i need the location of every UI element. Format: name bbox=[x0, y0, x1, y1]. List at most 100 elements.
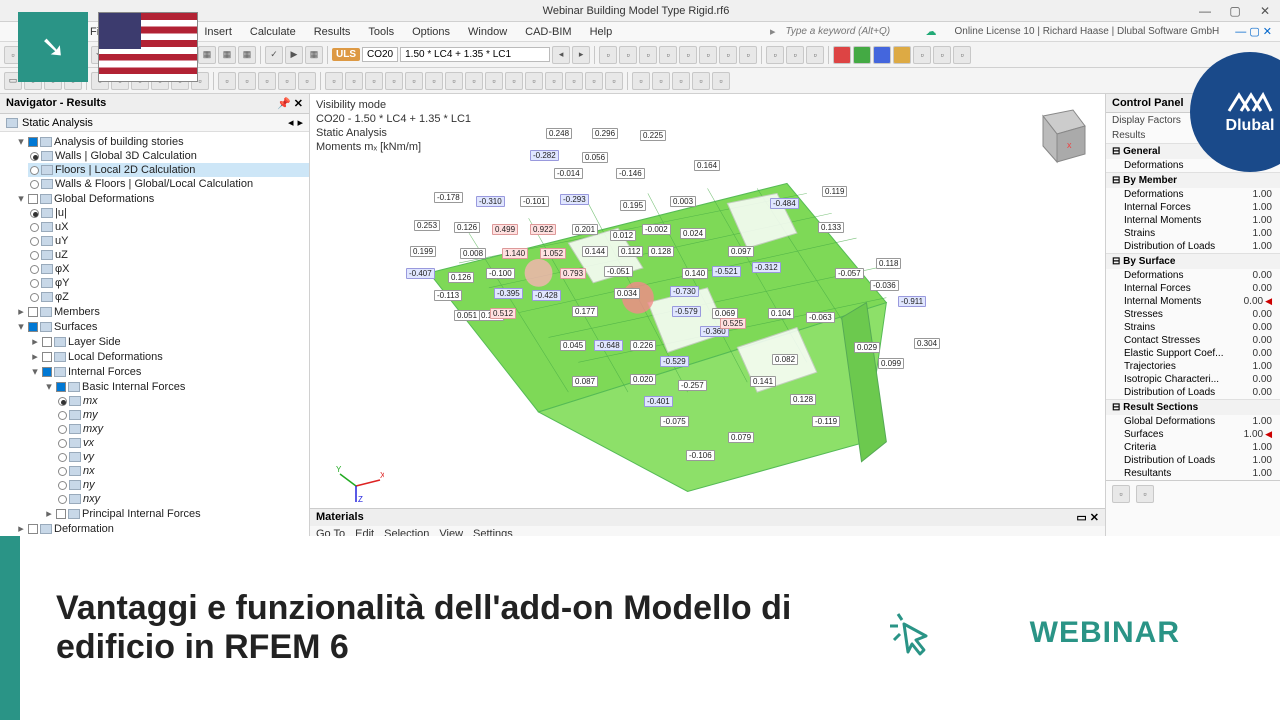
nav-prev-icon[interactable]: ◂ bbox=[288, 116, 294, 129]
tree-members[interactable]: Members bbox=[54, 306, 100, 318]
tree-bif-4[interactable]: vy bbox=[83, 451, 94, 463]
menu-cadbim[interactable]: CAD-BIM bbox=[517, 24, 579, 40]
prev-co-icon[interactable]: ◂ bbox=[552, 46, 570, 64]
cp-row[interactable]: Surfaces1.00◀ bbox=[1106, 428, 1280, 441]
t2q[interactable]: ▫ bbox=[365, 72, 383, 90]
t2j[interactable]: ▫ bbox=[218, 72, 236, 90]
t2ad[interactable]: ▫ bbox=[632, 72, 650, 90]
tree-internal-forces[interactable]: Internal Forces bbox=[68, 366, 141, 378]
tool-i[interactable]: ▫ bbox=[766, 46, 784, 64]
tool-red[interactable] bbox=[833, 46, 851, 64]
tool-h[interactable]: ▫ bbox=[739, 46, 757, 64]
cp-row[interactable]: Distribution of Loads1.00 bbox=[1106, 240, 1280, 253]
tree-global-def[interactable]: Global Deformations bbox=[54, 193, 154, 205]
print-icon[interactable]: ▦ bbox=[238, 46, 256, 64]
tree-bif-0[interactable]: mx bbox=[83, 395, 98, 407]
run-icon[interactable]: ▶ bbox=[285, 46, 303, 64]
cp-row[interactable]: Stresses0.00 bbox=[1106, 308, 1280, 321]
menu-options[interactable]: Options bbox=[404, 24, 458, 40]
t2k[interactable]: ▫ bbox=[238, 72, 256, 90]
tool-a[interactable]: ▫ bbox=[599, 46, 617, 64]
calc-icon[interactable]: ▦ bbox=[218, 46, 236, 64]
nav-next-icon[interactable]: ▸ bbox=[297, 116, 303, 129]
close-icon[interactable]: ✕ bbox=[1250, 4, 1280, 18]
cp-row[interactable]: Deformations1.00 bbox=[1106, 188, 1280, 201]
t2aa[interactable]: ▫ bbox=[565, 72, 583, 90]
t2ab[interactable]: ▫ bbox=[585, 72, 603, 90]
tool-n[interactable]: ▫ bbox=[953, 46, 971, 64]
t2v[interactable]: ▫ bbox=[465, 72, 483, 90]
cp-row[interactable]: Distribution of Loads1.00 bbox=[1106, 454, 1280, 467]
t2r[interactable]: ▫ bbox=[385, 72, 403, 90]
tool-blue[interactable] bbox=[873, 46, 891, 64]
t2t[interactable]: ▫ bbox=[425, 72, 443, 90]
t2n[interactable]: ▫ bbox=[298, 72, 316, 90]
uls-badge[interactable]: ULS bbox=[332, 48, 360, 61]
tool-l[interactable]: ▫ bbox=[913, 46, 931, 64]
t2l[interactable]: ▫ bbox=[258, 72, 276, 90]
tree-layer-side[interactable]: Layer Side bbox=[68, 336, 121, 348]
cp-row[interactable]: Deformations0.00 bbox=[1106, 269, 1280, 282]
tree-gd-2[interactable]: uY bbox=[55, 235, 68, 247]
tree-bif-1[interactable]: my bbox=[83, 409, 98, 421]
menu-calculate[interactable]: Calculate bbox=[242, 24, 304, 40]
t2ae[interactable]: ▫ bbox=[652, 72, 670, 90]
tree-deformation[interactable]: Deformation bbox=[54, 523, 114, 535]
tree-root[interactable]: Analysis of building stories bbox=[54, 136, 184, 148]
tool-g[interactable]: ▫ bbox=[719, 46, 737, 64]
tree-gd-0[interactable]: |u| bbox=[55, 207, 67, 219]
menu-insert[interactable]: Insert bbox=[196, 24, 240, 40]
tree-bif-3[interactable]: vx bbox=[83, 437, 94, 449]
view3-icon[interactable]: ▦ bbox=[198, 46, 216, 64]
tool-b[interactable]: ▫ bbox=[619, 46, 637, 64]
t2m[interactable]: ▫ bbox=[278, 72, 296, 90]
cp-row[interactable]: Isotropic Characteri...0.00 bbox=[1106, 373, 1280, 386]
cp-row[interactable]: Internal Moments0.00◀ bbox=[1106, 295, 1280, 308]
tree-gd-3[interactable]: uZ bbox=[55, 249, 68, 261]
co-select[interactable]: CO20 bbox=[362, 47, 398, 62]
tree-floors-2d[interactable]: Floors | Local 2D Calculation bbox=[55, 164, 195, 176]
cp-row[interactable]: Criteria1.00 bbox=[1106, 441, 1280, 454]
tree-gd-6[interactable]: φZ bbox=[55, 291, 69, 303]
cp-row[interactable]: Contact Stresses0.00 bbox=[1106, 334, 1280, 347]
cp-group[interactable]: ⊟ By Member bbox=[1106, 172, 1280, 188]
menu-results[interactable]: Results bbox=[306, 24, 359, 40]
cp-row[interactable]: Resultants1.00 bbox=[1106, 467, 1280, 480]
t2z[interactable]: ▫ bbox=[545, 72, 563, 90]
t2p[interactable]: ▫ bbox=[345, 72, 363, 90]
tree-gd-5[interactable]: φY bbox=[55, 277, 69, 289]
cp-row[interactable]: Strains1.00 bbox=[1106, 227, 1280, 240]
materials-close-icon[interactable]: ▭ ✕ bbox=[1076, 511, 1099, 524]
t2u[interactable]: ▫ bbox=[445, 72, 463, 90]
cp-group[interactable]: ⊟ Result Sections bbox=[1106, 399, 1280, 415]
us-flag-icon[interactable] bbox=[98, 12, 198, 82]
t2ag[interactable]: ▫ bbox=[692, 72, 710, 90]
analysis-mode[interactable]: Static Analysis bbox=[22, 117, 93, 129]
t2o[interactable]: ▫ bbox=[325, 72, 343, 90]
t2w[interactable]: ▫ bbox=[485, 72, 503, 90]
cp-row[interactable]: Elastic Support Coef...0.00 bbox=[1106, 347, 1280, 360]
t2x[interactable]: ▫ bbox=[505, 72, 523, 90]
tool-j[interactable]: ▫ bbox=[786, 46, 804, 64]
cfg-icon[interactable]: ▦ bbox=[305, 46, 323, 64]
keyword-search[interactable] bbox=[786, 26, 916, 37]
help-icon[interactable]: — ▢ ✕ bbox=[1227, 23, 1280, 40]
tool-f[interactable]: ▫ bbox=[699, 46, 717, 64]
cp-row[interactable]: Distribution of Loads0.00 bbox=[1106, 386, 1280, 399]
t2ac[interactable]: ▫ bbox=[605, 72, 623, 90]
tool-m[interactable]: ▫ bbox=[933, 46, 951, 64]
cp-row[interactable]: Global Deformations1.00 bbox=[1106, 415, 1280, 428]
t2af[interactable]: ▫ bbox=[672, 72, 690, 90]
tree-walls-3d[interactable]: Walls | Global 3D Calculation bbox=[55, 150, 197, 162]
t2y[interactable]: ▫ bbox=[525, 72, 543, 90]
tree-bif-7[interactable]: nxy bbox=[83, 493, 100, 505]
tool-e[interactable]: ▫ bbox=[679, 46, 697, 64]
tree-princ-if[interactable]: Principal Internal Forces bbox=[82, 508, 201, 520]
tool-c[interactable]: ▫ bbox=[639, 46, 657, 64]
menu-window[interactable]: Window bbox=[460, 24, 515, 40]
nav-cube[interactable]: x bbox=[1023, 104, 1091, 172]
tool-ylw[interactable] bbox=[893, 46, 911, 64]
minimize-icon[interactable]: — bbox=[1190, 4, 1220, 18]
cp-reset-icon[interactable]: ▫ bbox=[1136, 485, 1154, 503]
nav-pin-icon[interactable]: 📌 ✕ bbox=[277, 97, 303, 110]
